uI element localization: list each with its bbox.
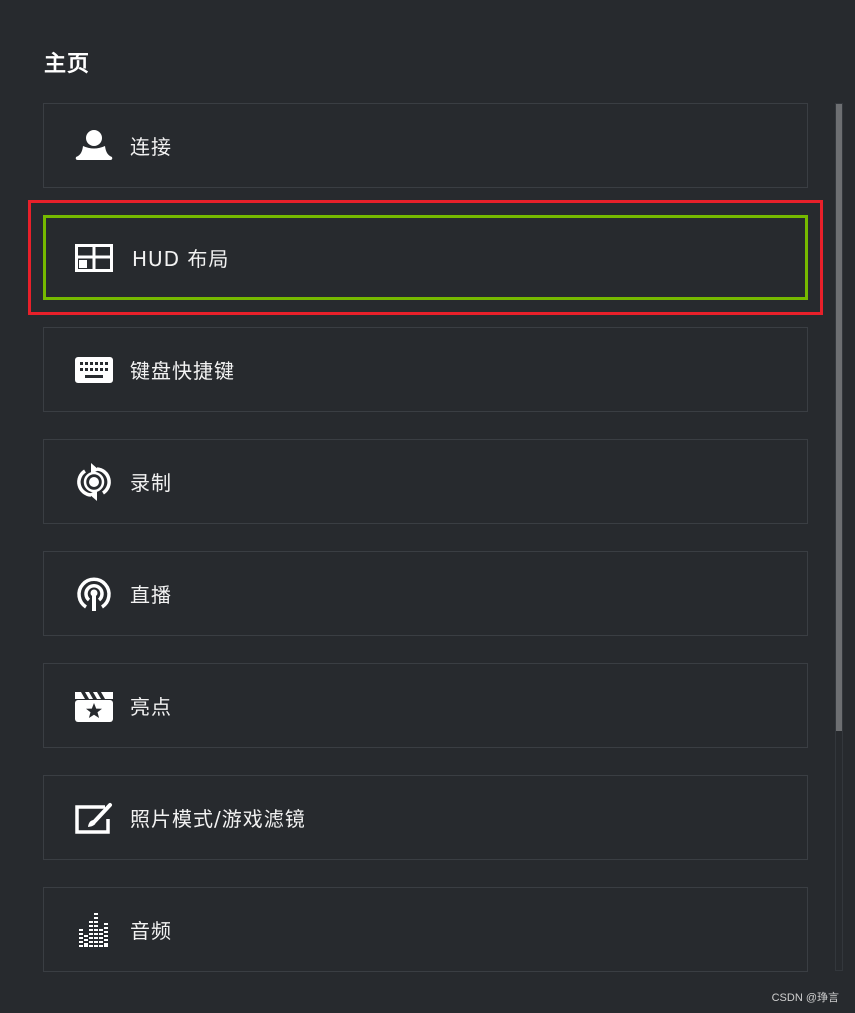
menu-item-label: 亮点 xyxy=(130,695,172,719)
menu-item-connect[interactable]: 连接 xyxy=(43,103,808,188)
keyboard-icon xyxy=(74,350,114,390)
page-title: 主页 xyxy=(44,52,91,77)
record-icon xyxy=(74,462,114,502)
menu-item-label: HUD 布局 xyxy=(132,247,230,271)
photo-edit-icon xyxy=(74,798,114,838)
layout-icon xyxy=(74,238,114,278)
settings-menu: 连接 HUD 布局 键盘快捷键 录制 直播 亮点 照片模式/游戏滤镜 音频 xyxy=(28,103,823,999)
menu-item-photo-mode[interactable]: 照片模式/游戏滤镜 xyxy=(43,775,808,860)
menu-item-label: 录制 xyxy=(130,471,172,495)
clapperboard-star-icon xyxy=(74,686,114,726)
menu-item-highlights[interactable]: 亮点 xyxy=(43,663,808,748)
menu-item-label: 照片模式/游戏滤镜 xyxy=(130,807,306,831)
menu-item-label: 键盘快捷键 xyxy=(130,359,235,383)
scrollbar-thumb[interactable] xyxy=(836,104,842,731)
user-icon xyxy=(74,126,114,166)
menu-item-broadcast[interactable]: 直播 xyxy=(43,551,808,636)
menu-item-keyboard-shortcuts[interactable]: 键盘快捷键 xyxy=(43,327,808,412)
menu-item-record[interactable]: 录制 xyxy=(43,439,808,524)
menu-item-label: 直播 xyxy=(130,583,172,607)
scrollbar[interactable] xyxy=(835,103,843,971)
menu-item-label: 连接 xyxy=(130,135,172,159)
broadcast-icon xyxy=(74,574,114,614)
menu-item-audio[interactable]: 音频 xyxy=(43,887,808,972)
watermark: CSDN @琤言 xyxy=(771,992,839,1004)
menu-item-hud-layout[interactable]: HUD 布局 xyxy=(28,200,823,315)
equalizer-icon xyxy=(74,910,114,950)
menu-item-label: 音频 xyxy=(130,919,172,943)
